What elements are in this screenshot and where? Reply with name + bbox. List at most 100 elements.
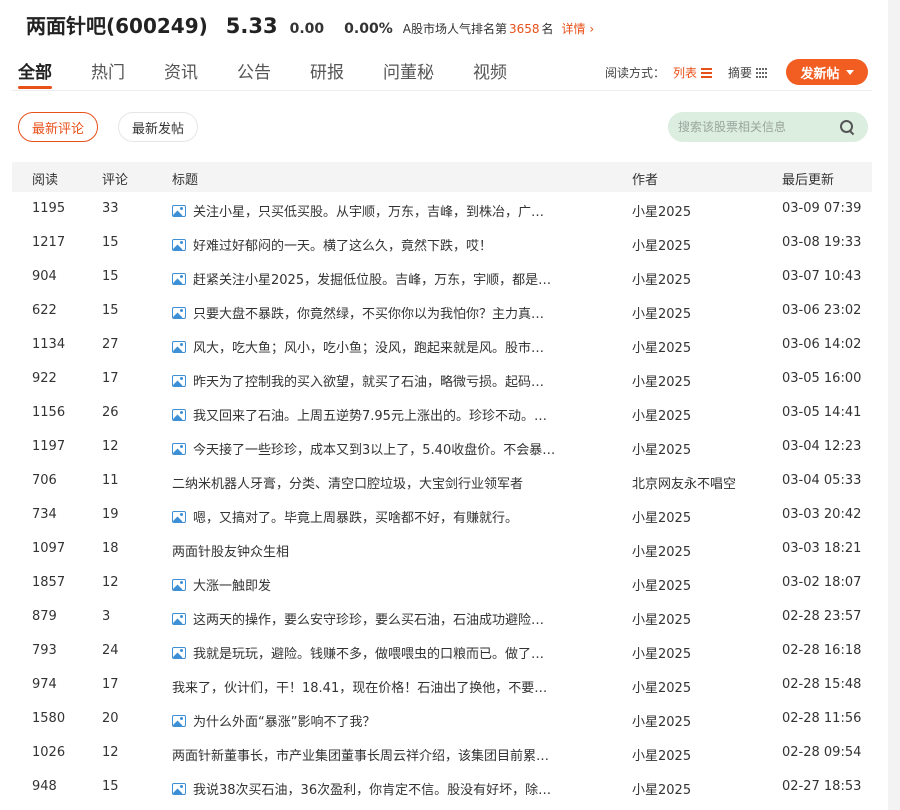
post-title: 风大，吃大鱼；风小，吃小鱼；没风，跑起来就是风。股市… (193, 341, 545, 356)
author-link[interactable]: 小星2025 (632, 201, 691, 220)
post-title-link[interactable]: 嗯，又搞对了。毕竟上周暴跌，买啥都不好，有赚就行。 (172, 507, 602, 526)
author-link[interactable]: 小星2025 (632, 337, 691, 356)
post-title-link[interactable]: 二纳米机器人牙膏，分类、清空口腔垃圾，大宝剑行业领军者 (172, 473, 602, 492)
detail-link[interactable]: 详情 › (562, 20, 595, 37)
post-title-link[interactable]: 这两天的操作，要么安守珍珍，要么买石油，石油成功避险… (172, 609, 602, 628)
tab-announcements[interactable]: 公告 (237, 58, 271, 90)
image-icon (172, 714, 186, 727)
post-title-link[interactable]: 两面针新董事长，市产业集团董事长周云祥介绍，该集团目前累… (172, 745, 602, 764)
post-title-link[interactable]: 昨天为了控制我的买入欲望，就买了石油，略微亏损。起码… (172, 371, 602, 390)
read-count: 1217 (32, 235, 66, 250)
table-row: 974 17 我来了，伙计们，干！18.41，现在价格！石油出了换他，不要… 小星20… (0, 668, 888, 702)
tab-ask-secretary[interactable]: 问董秘 (383, 58, 434, 90)
updated-time: 03-07 10:43 (782, 269, 862, 284)
post-title-link[interactable]: 大涨一触即发 (172, 575, 602, 594)
tab-video[interactable]: 视频 (473, 58, 507, 90)
author-link[interactable]: 小星2025 (632, 575, 691, 594)
post-title-link[interactable]: 我就是玩玩，避险。钱赚不多，做喂喂虫的口粮而已。做了… (172, 643, 602, 662)
tab-news[interactable]: 资讯 (164, 58, 198, 90)
author-link[interactable]: 小星2025 (632, 609, 691, 628)
table-row: 904 15 赶紧关注小星2025，发掘低位股。吉峰，万东，宇顺，都是… 小星2025… (0, 260, 888, 294)
rank-number: 3658 (508, 22, 540, 36)
post-title: 为什么外面“暴涨”影响不了我？ (193, 715, 376, 730)
author-link[interactable]: 北京网友永不唱空 (632, 473, 736, 492)
read-count: 622 (32, 303, 57, 318)
post-title-link[interactable]: 我又回来了石油。上周五逆势7.95元上涨出的。珍珍不动。… (172, 405, 602, 424)
search-input[interactable] (678, 120, 838, 134)
bar-title[interactable]: 两面针吧(600249) (26, 10, 208, 39)
author-link[interactable]: 小星2025 (632, 439, 691, 458)
post-title-link[interactable]: 两面针股友钟众生相 (172, 541, 602, 560)
post-title: 关注小星，只买低买股。从宇顺，万东，吉峰，到株冶，广… (193, 205, 545, 220)
table-row: 622 15 只要大盘不暴跌，你竟然绿，不买你你以为我怕你？主力真… 小星2025 03… (0, 294, 888, 328)
mode-list-button[interactable]: 列表 (673, 64, 713, 81)
comment-count: 12 (102, 575, 119, 590)
sort-latest-comment[interactable]: 最新评论 (18, 112, 98, 142)
post-title-link[interactable]: 为什么外面“暴涨”影响不了我？ (172, 711, 602, 730)
updated-time: 03-06 14:02 (782, 337, 862, 352)
author-link[interactable]: 小星2025 (632, 269, 691, 288)
image-icon (172, 612, 186, 625)
tab-divider (12, 90, 872, 91)
post-title-link[interactable]: 关注小星，只买低买股。从宇顺，万东，吉峰，到株冶，广… (172, 201, 602, 220)
post-title: 我就是玩玩，避险。钱赚不多，做喂喂虫的口粮而已。做了… (193, 647, 545, 662)
sort-latest-post[interactable]: 最新发帖 (118, 112, 198, 142)
tab-hot[interactable]: 热门 (91, 58, 125, 90)
price-change: 0.00 (289, 21, 325, 37)
comment-count: 15 (102, 269, 119, 284)
post-title-link[interactable]: 我来了，伙计们，干！18.41，现在价格！石油出了换他，不要… (172, 677, 602, 696)
stock-price: 5.33 (225, 14, 278, 38)
post-title-link[interactable]: 今天接了一些珍珍，成本又到3以上了，5.40收盘价。不会暴… (172, 439, 602, 458)
updated-time: 02-28 23:57 (782, 609, 862, 624)
author-link[interactable]: 小星2025 (632, 677, 691, 696)
author-link[interactable]: 小星2025 (632, 745, 691, 764)
tab-all[interactable]: 全部 (18, 58, 52, 90)
detail-link-label: 详情 (561, 22, 586, 36)
comment-count: 17 (102, 677, 119, 692)
table-row: 734 19 嗯，又搞对了。毕竟上周暴跌，买啥都不好，有赚就行。 小星2025 03-0… (0, 498, 888, 532)
mode-summary-button[interactable]: 摘要 (728, 64, 768, 81)
post-list: 1195 33 关注小星，只买低买股。从宇顺，万东，吉峰，到株冶，广… 小星2025 0… (0, 192, 888, 804)
column-comment: 评论 (102, 173, 129, 188)
author-link[interactable]: 小星2025 (632, 405, 691, 424)
post-title-link[interactable]: 赶紧关注小星2025，发掘低位股。吉峰，万东，宇顺，都是… (172, 269, 602, 288)
post-title-link[interactable]: 只要大盘不暴跌，你竟然绿，不买你你以为我怕你？主力真… (172, 303, 602, 322)
updated-time: 03-02 18:07 (782, 575, 862, 590)
post-title-link[interactable]: 风大，吃大鱼；风小，吃小鱼；没风，跑起来就是风。股市… (172, 337, 602, 356)
author-link[interactable]: 小星2025 (632, 303, 691, 322)
comment-count: 19 (102, 507, 119, 522)
author-link[interactable]: 小星2025 (632, 371, 691, 390)
comment-count: 33 (102, 201, 119, 216)
post-title-link[interactable]: 好难过好郁闷的一天。横了这么久，竟然下跌，哎！ (172, 235, 602, 254)
comment-count: 15 (102, 303, 119, 318)
author-link[interactable]: 小星2025 (632, 643, 691, 662)
updated-time: 03-06 23:02 (782, 303, 862, 318)
author-link[interactable]: 小星2025 (632, 235, 691, 254)
new-post-button[interactable]: 发新帖 (786, 59, 868, 85)
read-count: 1134 (32, 337, 66, 352)
new-post-label: 发新帖 (800, 66, 840, 82)
read-count: 1857 (32, 575, 66, 590)
author-link[interactable]: 小星2025 (632, 779, 691, 798)
author-link[interactable]: 小星2025 (632, 541, 691, 560)
scrollbar[interactable] (888, 0, 900, 810)
comment-count: 20 (102, 711, 119, 726)
table-row: 706 11 二纳米机器人牙膏，分类、清空口腔垃圾，大宝剑行业领军者 北京网友永不唱空… (0, 464, 888, 498)
author-link[interactable]: 小星2025 (632, 711, 691, 730)
updated-time: 03-05 16:00 (782, 371, 862, 386)
post-title: 两面针股友钟众生相 (172, 545, 290, 560)
column-updated: 最后更新 (782, 173, 835, 188)
post-title: 二纳米机器人牙膏，分类、清空口腔垃圾，大宝剑行业领军者 (172, 477, 524, 492)
caret-down-icon (845, 69, 854, 75)
tab-research[interactable]: 研报 (310, 58, 344, 90)
image-icon (172, 646, 186, 659)
read-count: 904 (32, 269, 57, 284)
search-icon[interactable] (840, 120, 854, 134)
table-row: 1217 15 好难过好郁闷的一天。横了这么久，竟然下跌，哎！ 小星2025 03-08… (0, 226, 888, 260)
author-link[interactable]: 小星2025 (632, 507, 691, 526)
post-title: 我又回来了石油。上周五逆势7.95元上涨出的。珍珍不动。… (193, 409, 547, 424)
column-author: 作者 (632, 173, 659, 188)
post-title: 我说38次买石油，36次盈利，你肯定不信。股没有好坏，除… (193, 783, 552, 798)
post-title-link[interactable]: 我说38次买石油，36次盈利，你肯定不信。股没有好坏，除… (172, 779, 602, 798)
image-icon (172, 510, 186, 523)
